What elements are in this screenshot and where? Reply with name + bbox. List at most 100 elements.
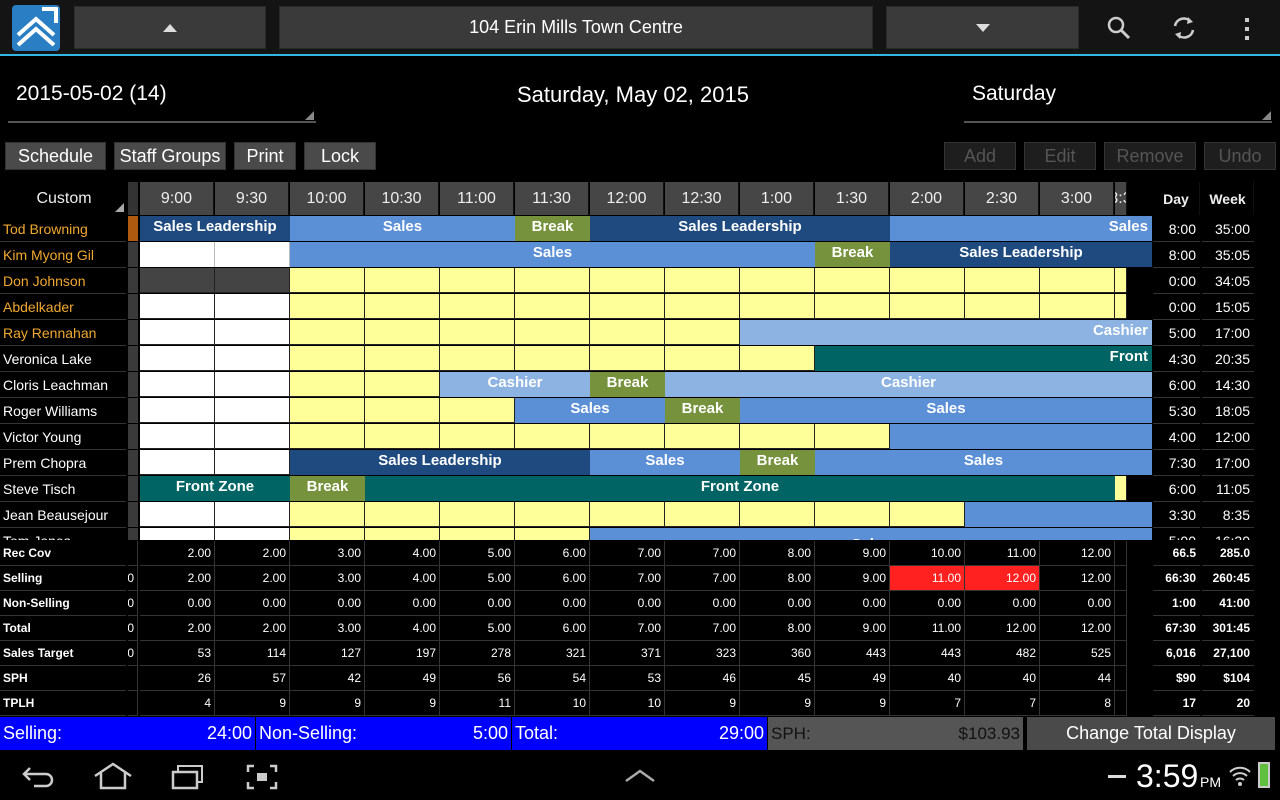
staff-groups-button[interactable]: Staff Groups <box>114 142 226 170</box>
shift-block[interactable]: Cashier <box>740 320 1152 345</box>
remove-button[interactable]: Remove <box>1104 142 1196 170</box>
schedule-cell[interactable] <box>815 502 890 527</box>
schedule-cell[interactable] <box>365 268 440 293</box>
shift-block[interactable]: Front Zone <box>365 476 1115 501</box>
schedule-cell[interactable] <box>215 372 290 397</box>
schedule-cell[interactable] <box>815 268 890 293</box>
shift-block[interactable]: Sales Leadership <box>590 216 890 241</box>
schedule-cell[interactable] <box>215 450 290 475</box>
employee-name[interactable]: Victor Young <box>0 424 126 450</box>
employee-name[interactable]: Ray Rennahan <box>0 320 126 346</box>
employee-name[interactable]: Tod Browning <box>0 216 126 242</box>
schedule-cell[interactable] <box>890 268 965 293</box>
schedule-cell[interactable] <box>215 502 290 527</box>
employee-name[interactable]: Abdelkader <box>0 294 126 320</box>
shift-block[interactable]: Break <box>665 398 740 423</box>
shift-block[interactable]: Front Zone <box>140 476 290 501</box>
change-total-display-button[interactable]: Change Total Display <box>1027 717 1275 750</box>
shift-block[interactable]: Break <box>590 372 665 397</box>
schedule-cell[interactable] <box>365 294 440 319</box>
shift-block[interactable]: Break <box>515 216 590 241</box>
schedule-cell[interactable] <box>590 346 665 371</box>
schedule-cell[interactable] <box>290 320 365 345</box>
shift-block[interactable]: Sales <box>515 398 665 423</box>
schedule-cell[interactable] <box>590 502 665 527</box>
schedule-cell[interactable] <box>140 450 215 475</box>
schedule-cell[interactable] <box>590 320 665 345</box>
schedule-cell[interactable] <box>590 424 665 449</box>
schedule-button[interactable]: Schedule <box>5 142 106 170</box>
schedule-cell[interactable] <box>365 398 440 423</box>
recent-apps-icon[interactable] <box>170 764 206 790</box>
home-icon[interactable] <box>92 762 134 790</box>
shift-block[interactable]: Front <box>815 346 1152 371</box>
chevron-up-icon[interactable] <box>623 768 657 784</box>
schedule-cell[interactable] <box>215 268 290 293</box>
employee-name[interactable]: Jean Beausejour <box>0 502 126 528</box>
lock-button[interactable]: Lock <box>304 142 376 170</box>
schedule-cell[interactable] <box>1115 294 1127 319</box>
date-spinner[interactable]: 2015-05-02 (14) <box>16 82 167 106</box>
schedule-cell[interactable] <box>965 268 1040 293</box>
schedule-cell[interactable] <box>140 502 215 527</box>
schedule-cell[interactable] <box>140 424 215 449</box>
shift-block[interactable]: Break <box>740 450 815 475</box>
schedule-cell[interactable] <box>515 320 590 345</box>
schedule-cell[interactable] <box>515 294 590 319</box>
schedule-cell[interactable] <box>440 424 515 449</box>
shift-block[interactable]: Sales <box>890 216 1152 241</box>
schedule-cell[interactable] <box>515 528 590 540</box>
schedule-cell[interactable] <box>215 424 290 449</box>
schedule-cell[interactable] <box>215 528 290 540</box>
schedule-cell[interactable] <box>290 372 365 397</box>
overflow-menu-icon[interactable] <box>1240 16 1254 42</box>
schedule-cell[interactable] <box>215 294 290 319</box>
schedule-cell[interactable] <box>590 268 665 293</box>
employee-name[interactable]: Steve Tisch <box>0 476 126 502</box>
schedule-cell[interactable] <box>290 528 365 540</box>
schedule-cell[interactable] <box>215 346 290 371</box>
print-button[interactable]: Print <box>234 142 296 170</box>
day-spinner[interactable]: Saturday <box>972 82 1056 106</box>
shift-block[interactable]: Sales <box>815 450 1152 475</box>
shift-block[interactable]: Sales Leadership <box>890 242 1152 267</box>
schedule-cell[interactable] <box>890 294 965 319</box>
schedule-cell[interactable] <box>140 528 215 540</box>
schedule-cell[interactable] <box>440 398 515 423</box>
schedule-cell[interactable] <box>965 294 1040 319</box>
schedule-cell[interactable] <box>140 268 215 293</box>
next-location-button[interactable] <box>886 6 1079 49</box>
employee-name[interactable]: Cloris Leachman <box>0 372 126 398</box>
schedule-cell[interactable] <box>440 502 515 527</box>
filter-spinner[interactable]: Custom <box>2 182 126 215</box>
shift-block[interactable]: Sales Leadership <box>290 450 590 475</box>
schedule-cell[interactable] <box>140 294 215 319</box>
schedule-cell[interactable] <box>290 424 365 449</box>
schedule-cell[interactable] <box>665 346 740 371</box>
schedule-cell[interactable] <box>290 268 365 293</box>
schedule-cell[interactable] <box>365 528 440 540</box>
schedule-cell[interactable] <box>740 502 815 527</box>
employee-name[interactable]: Prem Chopra <box>0 450 126 476</box>
schedule-cell[interactable] <box>890 502 965 527</box>
employee-name[interactable]: Tom Jones <box>0 528 126 540</box>
shift-block[interactable] <box>890 424 1152 449</box>
schedule-cell[interactable] <box>290 294 365 319</box>
schedule-cell[interactable] <box>665 424 740 449</box>
add-button[interactable]: Add <box>944 142 1016 170</box>
schedule-cell[interactable] <box>365 372 440 397</box>
schedule-cell[interactable] <box>515 346 590 371</box>
employee-name[interactable]: Veronica Lake <box>0 346 126 372</box>
schedule-cell[interactable] <box>665 320 740 345</box>
schedule-cell[interactable] <box>365 320 440 345</box>
schedule-cell[interactable] <box>1115 476 1127 501</box>
shift-block[interactable] <box>215 242 290 267</box>
schedule-cell[interactable] <box>1040 268 1115 293</box>
shift-block[interactable] <box>965 502 1152 527</box>
schedule-cell[interactable] <box>515 268 590 293</box>
employee-name[interactable]: Don Johnson <box>0 268 126 294</box>
schedule-cell[interactable] <box>365 424 440 449</box>
shift-block[interactable]: Sales <box>290 216 515 241</box>
schedule-cell[interactable] <box>140 346 215 371</box>
schedule-cell[interactable] <box>1115 268 1127 293</box>
